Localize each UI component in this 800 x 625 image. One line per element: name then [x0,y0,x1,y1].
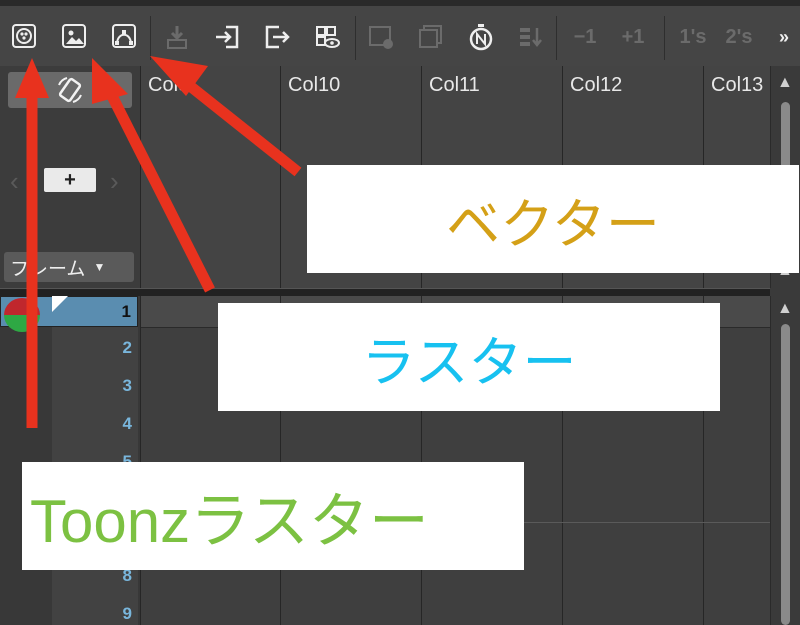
row-number[interactable]: 4 [72,414,132,434]
callout-vector-text: ベクター [446,194,660,255]
prev-memo-button[interactable]: ‹ [10,166,19,197]
row-number[interactable]: 9 [72,604,132,624]
toolbar-separator [664,16,665,60]
header-cell-divider[interactable] [0,288,770,296]
more-toolbar-button[interactable]: » [770,20,798,54]
add-memo-icon: + [64,168,76,191]
load-level-icon [216,25,239,49]
frame-column: 2 3 4 5 6 7 8 9 1 [0,296,140,625]
column-header[interactable]: Col9 [140,66,280,288]
rotate-icon [58,77,82,103]
export-level-icon [265,25,290,49]
scroll-thumb[interactable] [781,324,790,625]
camera-column-toggle[interactable] [8,72,132,108]
next-memo-button[interactable]: › [110,166,119,197]
reframe-twos-button[interactable]: 2's [722,20,756,54]
add-memo-button[interactable]: + [44,168,96,192]
timer-button[interactable] [464,20,498,54]
toolbar-separator [150,16,151,60]
xsheet-toolbar: −1 +1 1's 2's » [0,6,800,67]
new-toonz-raster-level-button[interactable] [8,20,42,54]
chevron-down-icon: ▼ [93,260,106,274]
load-level-button[interactable] [210,20,244,54]
onion-skin-marker-icon[interactable] [52,296,68,312]
level-preview-icon [316,26,340,48]
new-vector-level-button[interactable] [108,20,142,54]
column-name: Col13 [711,74,764,96]
xsheet-left-panel: ‹ + › フレーム ▼ [0,66,140,288]
row-number-strip: 2 3 4 5 6 7 8 9 [52,296,138,625]
callout-vector: ベクター [307,165,799,273]
duplicate-frame-icon [419,25,442,48]
frame-display-dropdown[interactable]: フレーム ▼ [4,252,134,282]
callout-raster-text: ラスター [361,332,577,393]
increment-icon [520,28,542,48]
timer-icon [469,24,493,51]
cell-scrollbar[interactable]: ▲ [770,296,800,625]
new-frame-button[interactable] [364,20,398,54]
scroll-up-icon[interactable]: ▲ [777,300,793,318]
scroll-up-icon[interactable]: ▲ [777,74,793,92]
column-name: Col12 [570,74,623,96]
scroll-thumb[interactable] [781,102,790,172]
toolbar-separator [556,16,557,60]
decrease-step-button[interactable]: −1 [568,20,602,54]
export-level-button[interactable] [260,20,294,54]
column-name: Col11 [429,74,480,96]
raster-level-icon [62,24,86,48]
callout-toonz-raster-text: Toonzラスター [30,487,429,555]
reframe-ones-button[interactable]: 1's [676,20,710,54]
toolbar-separator [355,16,356,60]
callout-toonz-raster: Toonzラスター [22,462,524,570]
column-name: Col10 [288,74,341,96]
import-icon [167,26,187,49]
column-name: Col9 [148,74,190,96]
row-number[interactable]: 2 [72,338,132,358]
level-preview-button[interactable] [310,20,344,54]
import-button[interactable] [160,20,194,54]
row-number[interactable]: 3 [72,376,132,396]
frame-dropdown-label: フレーム [10,258,86,280]
toonz-raster-level-icon [12,24,36,48]
onion-skin-toggle-icon[interactable] [4,298,40,332]
duplicate-frame-button[interactable] [414,20,448,54]
new-raster-level-button[interactable] [58,20,92,54]
increment-button[interactable] [514,20,548,54]
new-frame-icon [369,26,393,49]
increase-step-button[interactable]: +1 [616,20,650,54]
current-frame-number: 1 [121,302,131,321]
callout-raster: ラスター [218,303,720,411]
vector-level-icon [112,24,136,48]
